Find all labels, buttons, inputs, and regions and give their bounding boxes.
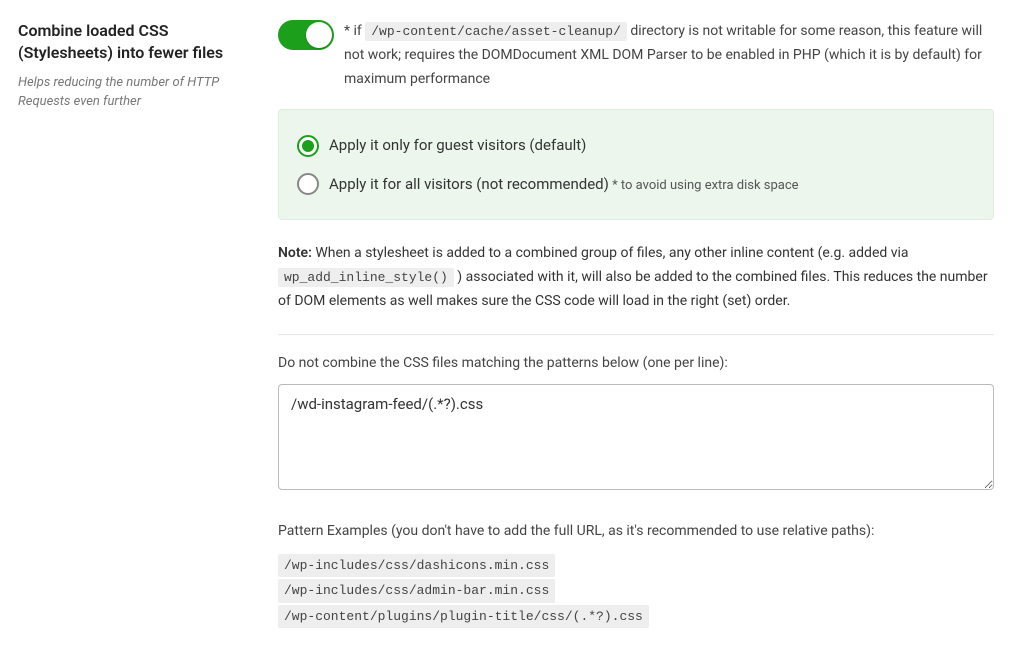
radio-all-label: Apply it for all visitors (not recommend… bbox=[329, 173, 799, 196]
radio-all-hint: * to avoid using extra disk space bbox=[609, 178, 799, 193]
setting-subtitle: Helps reducing the number of HTTP Reques… bbox=[18, 73, 258, 112]
setting-row-combine-css: Combine loaded CSS (Stylesheets) into fe… bbox=[18, 20, 994, 630]
radio-guest-label: Apply it only for guest visitors (defaul… bbox=[329, 134, 586, 157]
note-block: Note: When a stylesheet is added to a co… bbox=[278, 242, 994, 313]
radio-all-text: Apply it for all visitors (not recommend… bbox=[329, 175, 609, 193]
radio-icon bbox=[297, 135, 319, 157]
toggle-knob bbox=[306, 22, 332, 48]
examples-label: Pattern Examples (you don't have to add … bbox=[278, 521, 994, 542]
separator bbox=[278, 334, 994, 335]
cache-path-code: /wp-content/cache/asset-cleanup/ bbox=[365, 22, 627, 41]
toggle-description: * if /wp-content/cache/asset-cleanup/ di… bbox=[344, 20, 994, 91]
patterns-label: Do not combine the CSS files matching th… bbox=[278, 353, 994, 374]
combine-css-toggle[interactable] bbox=[278, 20, 334, 50]
note-code: wp_add_inline_style() bbox=[278, 268, 454, 287]
toggle-desc-prefix: * if bbox=[344, 23, 365, 39]
radio-icon bbox=[297, 173, 319, 195]
radio-guest-visitors[interactable]: Apply it only for guest visitors (defaul… bbox=[297, 126, 975, 165]
example-line: /wp-content/plugins/plugin-title/css/(.*… bbox=[278, 605, 649, 629]
radio-all-visitors[interactable]: Apply it for all visitors (not recommend… bbox=[297, 165, 975, 204]
setting-title: Combine loaded CSS (Stylesheets) into fe… bbox=[18, 20, 258, 65]
setting-label-column: Combine loaded CSS (Stylesheets) into fe… bbox=[18, 20, 258, 630]
examples-block: /wp-includes/css/dashicons.min.css /wp-i… bbox=[278, 554, 994, 631]
exclude-patterns-textarea[interactable] bbox=[278, 384, 994, 490]
example-line: /wp-includes/css/dashicons.min.css bbox=[278, 554, 555, 578]
example-line: /wp-includes/css/admin-bar.min.css bbox=[278, 579, 555, 603]
note-label: Note: bbox=[278, 245, 312, 261]
toggle-row: * if /wp-content/cache/asset-cleanup/ di… bbox=[278, 20, 994, 91]
note-part1: When a stylesheet is added to a combined… bbox=[312, 245, 909, 261]
setting-content-column: * if /wp-content/cache/asset-cleanup/ di… bbox=[278, 20, 994, 630]
visitor-options-box: Apply it only for guest visitors (defaul… bbox=[278, 109, 994, 220]
